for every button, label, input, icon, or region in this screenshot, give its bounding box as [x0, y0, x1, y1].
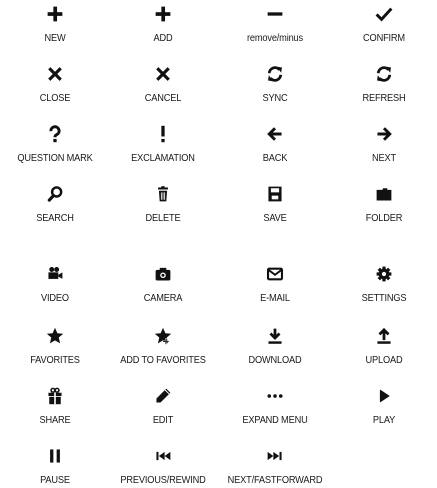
question-icon — [45, 124, 65, 144]
icon-label: QUESTION MARK — [17, 152, 93, 164]
icon-cell: UPLOAD — [329, 324, 437, 366]
icon-label: FOLDER — [365, 212, 403, 224]
arrow-left-icon — [265, 124, 285, 144]
check-icon — [374, 4, 394, 24]
pause-icon — [45, 446, 65, 466]
folder-icon — [374, 184, 394, 204]
save-icon — [265, 184, 285, 204]
icon-cell: REFRESH — [329, 62, 437, 104]
icon-label: CAMERA — [143, 292, 183, 304]
sync-icon — [374, 64, 394, 84]
icon-label: CONFIRM — [363, 32, 405, 44]
icon-cell: FOLDER — [329, 182, 437, 224]
icon-label: E-MAIL — [260, 292, 290, 304]
icon-cell: CAMERA — [108, 262, 218, 304]
icon-label: FAVORITES — [30, 354, 80, 366]
icon-cell: SETTINGS — [329, 262, 437, 304]
icon-label: PREVIOUS/REWIND — [120, 474, 206, 486]
icon-cell: NEW — [0, 2, 110, 44]
icon-label: NEW — [44, 32, 66, 44]
icon-cell: EDIT — [108, 384, 218, 426]
icon-cell: SHARE — [0, 384, 110, 426]
icon-cell: NEXT — [329, 122, 437, 164]
play-icon — [374, 386, 394, 406]
trash-icon — [153, 184, 173, 204]
envelope-icon — [265, 264, 285, 284]
icon-label: REFRESH — [362, 92, 406, 104]
search-icon — [45, 184, 65, 204]
rewind-icon — [153, 446, 173, 466]
icon-label: PAUSE — [40, 474, 70, 486]
icon-cell: CONFIRM — [329, 2, 437, 44]
upload-icon — [374, 326, 394, 346]
icon-cell: ADD TO FAVORITES — [108, 324, 218, 366]
icon-cell: CLOSE — [0, 62, 110, 104]
plus-icon — [153, 4, 173, 24]
icon-cell: DELETE — [108, 182, 218, 224]
exclamation-icon — [153, 124, 173, 144]
icon-cell: QUESTION MARK — [0, 122, 110, 164]
arrow-right-icon — [374, 124, 394, 144]
icon-cell: SEARCH — [0, 182, 110, 224]
close-icon — [153, 64, 173, 84]
icon-label: CANCEL — [144, 92, 182, 104]
icon-cell: FAVORITES — [0, 324, 110, 366]
icon-label: EXCLAMATION — [131, 152, 195, 164]
icon-cell: ADD — [108, 2, 218, 44]
icon-cell: PLAY — [329, 384, 437, 426]
ellipsis-icon — [265, 386, 285, 406]
icon-label: CLOSE — [39, 92, 71, 104]
fastforward-icon — [265, 446, 285, 466]
icon-cell: E-MAIL — [220, 262, 330, 304]
icon-cell: SAVE — [220, 182, 330, 224]
star-icon — [45, 326, 65, 346]
minus-icon — [265, 4, 285, 24]
icon-label: VIDEO — [41, 292, 69, 304]
gift-icon — [45, 386, 65, 406]
camera-icon — [153, 264, 173, 284]
icon-cell: BACK — [220, 122, 330, 164]
icon-label: DELETE — [145, 212, 181, 224]
video-icon — [45, 264, 65, 284]
icon-label: UPLOAD — [365, 354, 403, 366]
gear-icon — [374, 264, 394, 284]
icon-label: EXPAND MENU — [242, 414, 308, 426]
icon-label: DOWNLOAD — [248, 354, 302, 366]
icon-label: EDIT — [152, 414, 174, 426]
icon-label: ADD — [153, 32, 173, 44]
icon-cell: PAUSE — [0, 444, 110, 486]
icon-cell: EXCLAMATION — [108, 122, 218, 164]
icon-label: ADD TO FAVORITES — [120, 354, 206, 366]
star-add-icon — [153, 326, 173, 346]
icon-cell: SYNC — [220, 62, 330, 104]
icon-label: SYNC — [262, 92, 288, 104]
close-icon — [45, 64, 65, 84]
icon-label: NEXT/FASTFORWARD — [227, 474, 323, 486]
icon-cell: remove/minus — [220, 2, 330, 44]
icon-label: SHARE — [39, 414, 71, 426]
download-icon — [265, 326, 285, 346]
sync-icon — [265, 64, 285, 84]
icon-label: SAVE — [263, 212, 287, 224]
plus-icon — [45, 4, 65, 24]
icon-cell: CANCEL — [108, 62, 218, 104]
pencil-icon — [153, 386, 173, 406]
icon-cell: DOWNLOAD — [220, 324, 330, 366]
icon-label: SEARCH — [36, 212, 74, 224]
icon-label: BACK — [262, 152, 288, 164]
icon-cell: VIDEO — [0, 262, 110, 304]
icon-label: NEXT — [372, 152, 396, 164]
icon-label: SETTINGS — [361, 292, 407, 304]
icon-label: remove/minus — [247, 32, 303, 44]
icon-label: PLAY — [372, 414, 396, 426]
icon-cell: PREVIOUS/REWIND — [108, 444, 218, 486]
icon-cell: NEXT/FASTFORWARD — [220, 444, 330, 486]
icon-cell: EXPAND MENU — [220, 384, 330, 426]
